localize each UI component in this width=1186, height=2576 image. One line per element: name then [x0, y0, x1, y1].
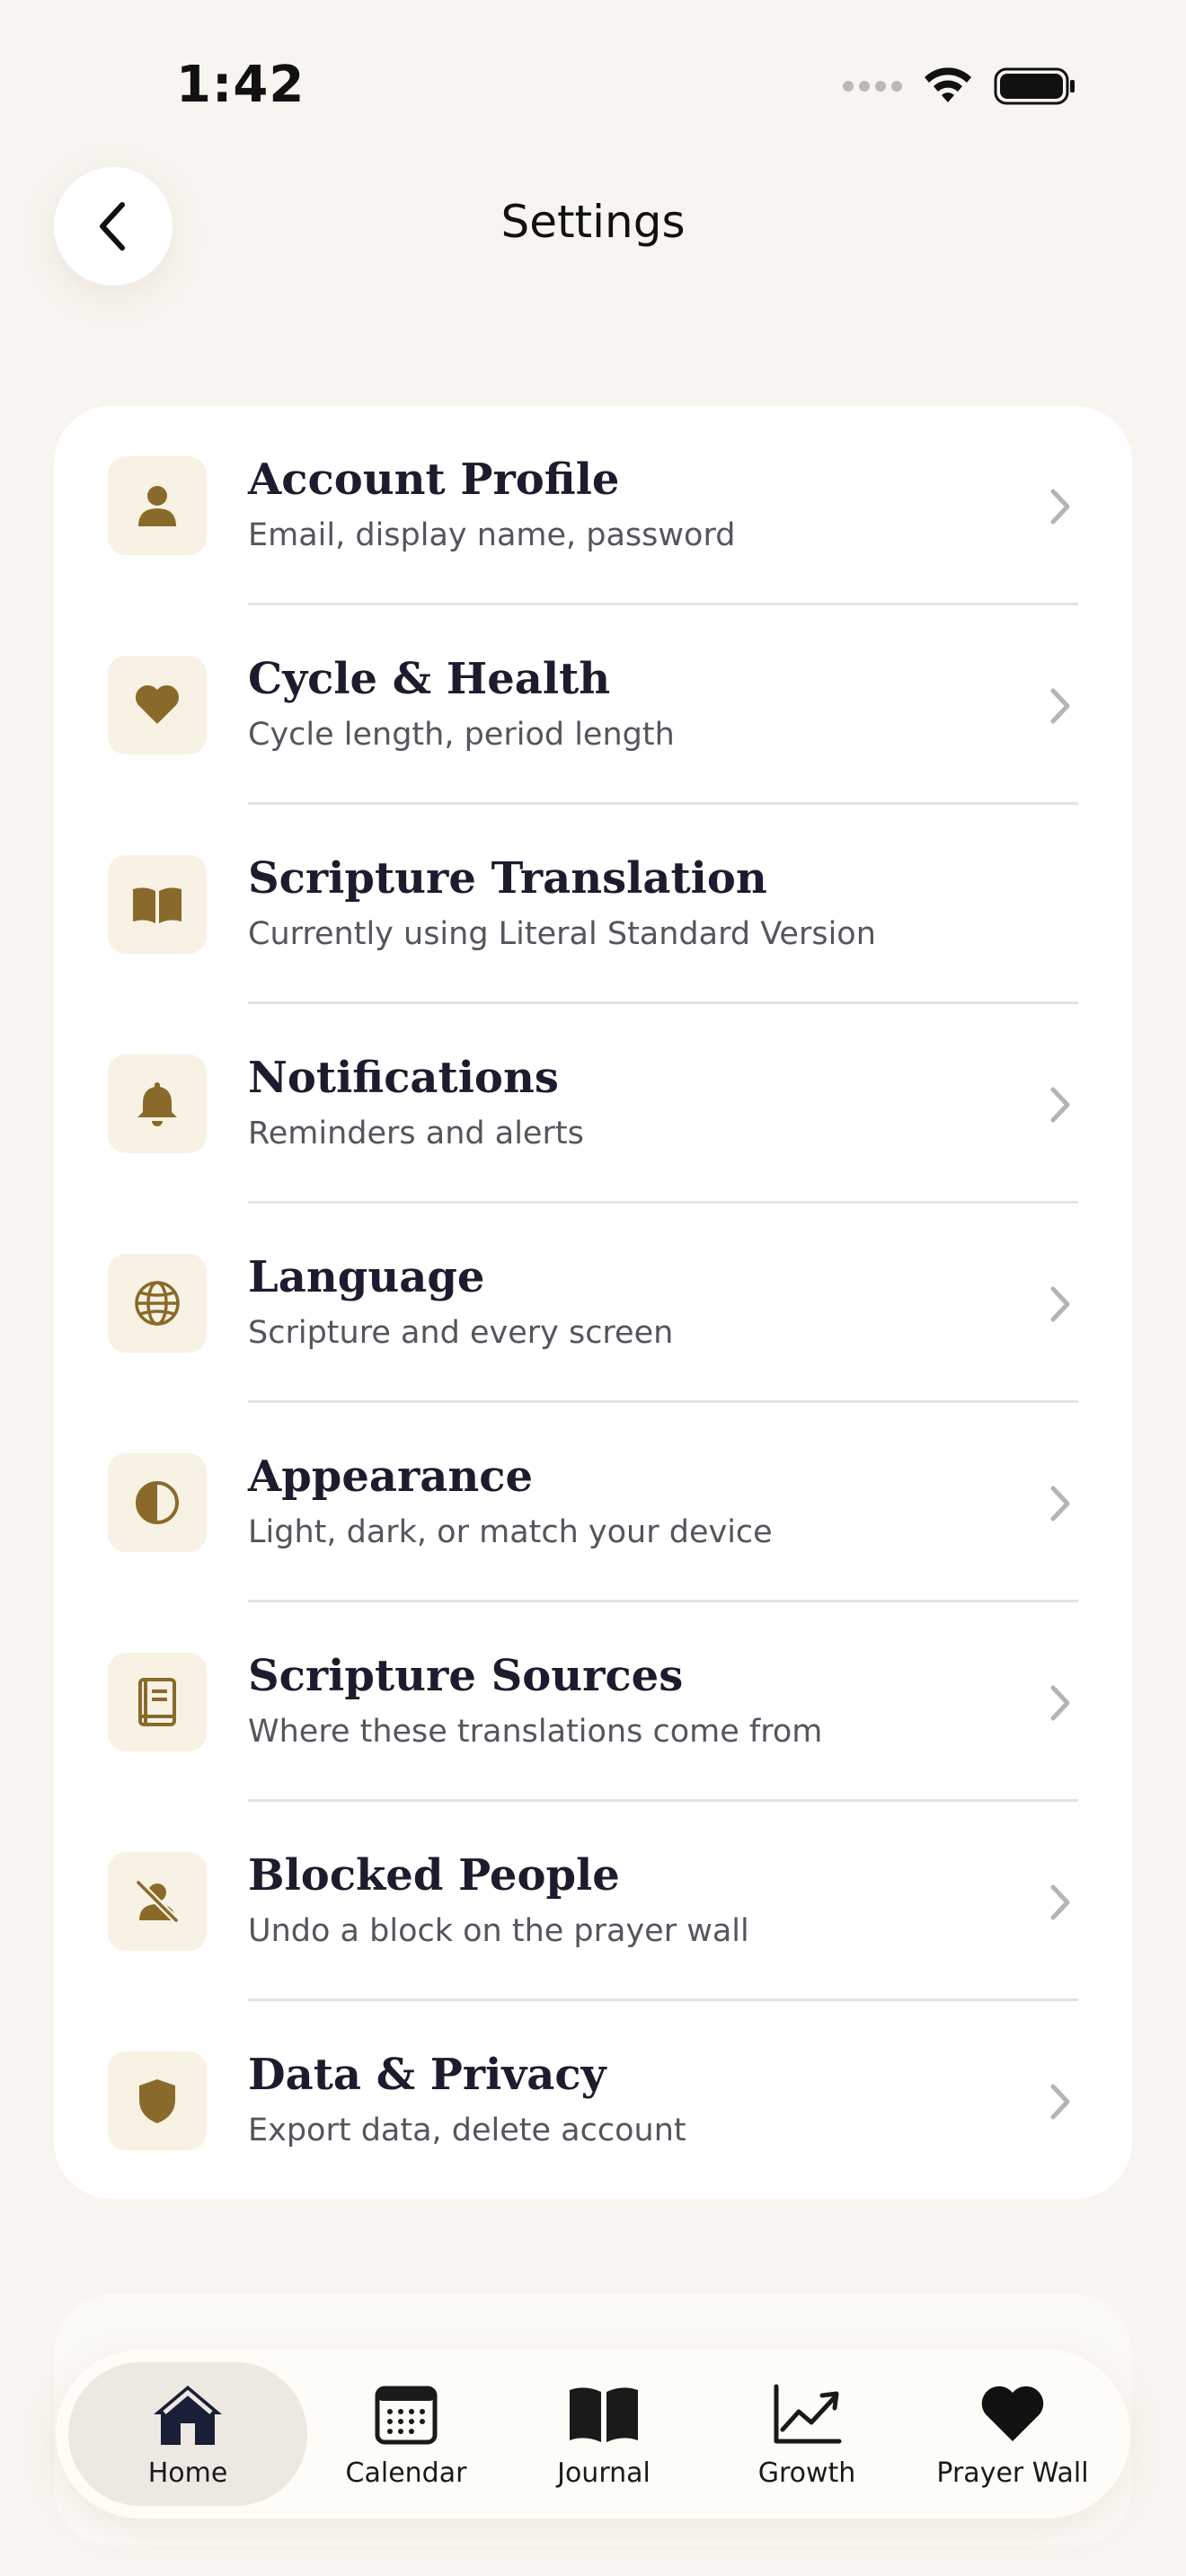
tab-label: Prayer Wall [936, 2457, 1089, 2489]
settings-row-account-profile[interactable]: Account Profile Email, display name, pas… [54, 406, 1132, 605]
row-subtitle: Light, dark, or match your device [248, 1514, 773, 1550]
row-title: Cycle & Health [248, 654, 611, 704]
chevron-right-icon [1042, 485, 1078, 528]
settings-row-data-privacy[interactable]: Data & Privacy Export data, delete accou… [54, 2001, 1132, 2201]
row-subtitle: Export data, delete account [248, 2113, 686, 2148]
shield-icon [108, 2051, 207, 2150]
globe-icon [108, 1254, 207, 1353]
chevron-right-icon [1042, 2080, 1078, 2123]
status-bar: 1:42 [0, 0, 1186, 171]
tab-label: Calendar [345, 2457, 467, 2489]
half-circle-icon [108, 1453, 207, 1552]
tab-label: Journal [557, 2457, 651, 2489]
chevron-right-icon [1042, 1083, 1078, 1126]
row-title: Scripture Sources [248, 1651, 684, 1701]
row-title: Account Profile [248, 454, 620, 505]
tab-label: Home [147, 2457, 228, 2489]
row-title: Appearance [248, 1451, 534, 1502]
chevron-right-icon [1042, 1681, 1078, 1725]
cellular-signal-icon [843, 81, 902, 92]
row-title: Language [248, 1252, 485, 1302]
book-icon [567, 2380, 641, 2448]
tab-calendar[interactable]: Calendar [316, 2362, 496, 2506]
row-subtitle: Scripture and every screen [248, 1315, 674, 1351]
chart-line-icon [772, 2380, 842, 2448]
settings-row-scripture-sources[interactable]: Scripture Sources Where these translatio… [54, 1602, 1132, 1802]
wifi-icon [925, 67, 971, 102]
chevron-right-icon [1042, 1482, 1078, 1525]
page-title: Settings [500, 196, 686, 248]
heart-icon [980, 2380, 1045, 2448]
open-book-icon [108, 855, 207, 954]
row-subtitle: Cycle length, period length [248, 717, 675, 753]
row-title: Data & Privacy [248, 2050, 606, 2100]
settings-row-blocked-people[interactable]: Blocked People Undo a block on the praye… [54, 1802, 1132, 2001]
row-subtitle: Email, display name, password [248, 517, 736, 553]
chevron-right-icon [1042, 684, 1078, 728]
settings-row-cycle-health[interactable]: Cycle & Health Cycle length, period leng… [54, 605, 1132, 805]
person-slash-icon [108, 1852, 207, 1951]
settings-list: Account Profile Email, display name, pas… [54, 406, 1132, 2199]
calendar-icon [374, 2380, 438, 2448]
row-subtitle: Currently using Literal Standard Version [248, 916, 876, 952]
settings-row-language[interactable]: Language Scripture and every screen [54, 1204, 1132, 1403]
row-subtitle: Where these translations come from [248, 1714, 823, 1750]
house-icon [150, 2380, 226, 2448]
row-title: Notifications [248, 1053, 559, 1103]
row-title: Scripture Translation [248, 853, 767, 904]
row-subtitle: Reminders and alerts [248, 1116, 584, 1151]
tab-home[interactable]: Home [68, 2362, 307, 2506]
chevron-right-icon [1042, 1283, 1078, 1326]
bell-icon [108, 1054, 207, 1153]
chevron-right-icon [1042, 1881, 1078, 1924]
battery-icon [994, 67, 1075, 105]
settings-row-notifications[interactable]: Notifications Reminders and alerts [54, 1004, 1132, 1204]
tab-growth[interactable]: Growth [717, 2362, 897, 2506]
status-time: 1:42 [176, 56, 305, 114]
heart-icon [108, 656, 207, 754]
tab-journal[interactable]: Journal [514, 2362, 694, 2506]
settings-row-appearance[interactable]: Appearance Light, dark, or match your de… [54, 1403, 1132, 1602]
tab-prayer-wall[interactable]: Prayer Wall [909, 2362, 1116, 2506]
settings-row-scripture-translation[interactable]: Scripture Translation Currently using Li… [54, 805, 1132, 1004]
tab-label: Growth [757, 2457, 856, 2489]
row-subtitle: Undo a block on the prayer wall [248, 1913, 749, 1949]
row-title: Blocked People [248, 1850, 620, 1901]
status-icons [843, 65, 1076, 108]
tab-bar: Home Calendar Journal Growth Prayer Wall [56, 2350, 1130, 2519]
person-icon [108, 456, 207, 555]
book-icon [108, 1653, 207, 1751]
